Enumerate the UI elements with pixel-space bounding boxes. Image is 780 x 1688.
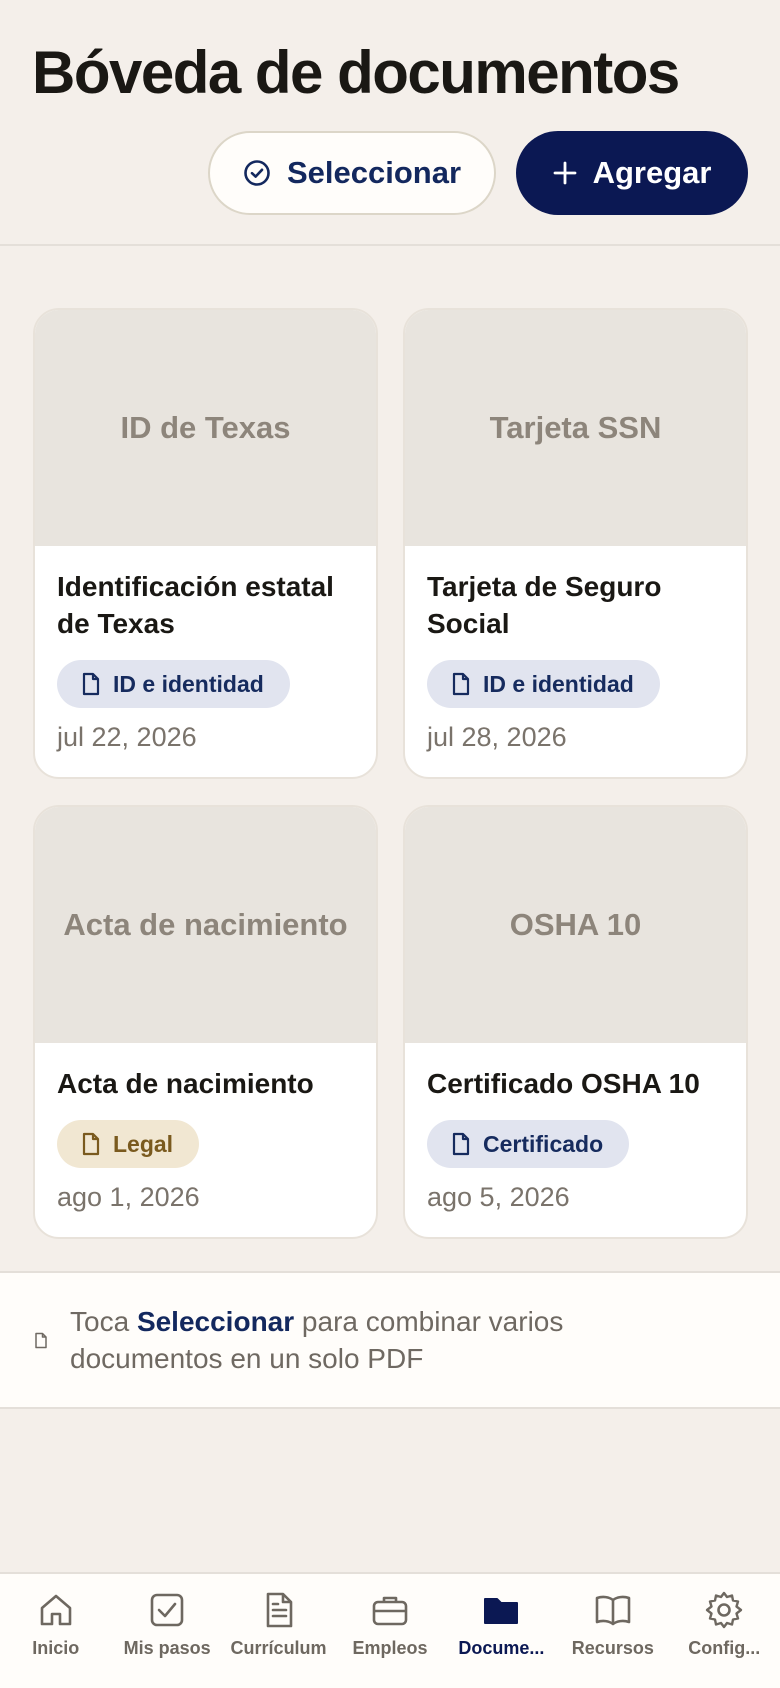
documents-vault-screen: Bóveda de documentos Seleccionar Agregar… — [0, 0, 780, 1688]
bottom-navigation: Inicio Mis pasos Currículum Empleos Docu… — [0, 1572, 780, 1688]
category-chip: ID e identidad — [427, 660, 660, 708]
header-actions: Seleccionar Agregar — [208, 131, 748, 215]
add-button-label: Agregar — [592, 155, 712, 190]
document-title: Tarjeta de Seguro Social — [427, 571, 662, 639]
category-chip-label: ID e identidad — [113, 670, 264, 697]
nav-item-mis-pasos[interactable]: Mis pasos — [111, 1574, 222, 1688]
category-chip-label: Legal — [113, 1130, 174, 1157]
nav-label: Docume... — [458, 1638, 545, 1658]
document-date: ago 1, 2026 — [57, 1182, 200, 1212]
category-chip-label: Certificado — [483, 1130, 604, 1157]
nav-item-inicio[interactable]: Inicio — [0, 1574, 111, 1688]
document-title: Certificado OSHA 10 — [427, 1068, 700, 1099]
select-button-label: Seleccionar — [286, 155, 462, 190]
nav-label: Mis pasos — [123, 1638, 211, 1658]
nav-item-config[interactable]: Config... — [669, 1574, 780, 1688]
briefcase-icon — [372, 1596, 408, 1626]
document-title: Acta de nacimiento — [57, 1068, 314, 1099]
page-title: Bóveda de documentos — [32, 39, 680, 106]
nav-item-empleos[interactable]: Empleos — [334, 1574, 445, 1688]
book-icon — [595, 1595, 631, 1626]
nav-label: Recursos — [571, 1638, 654, 1658]
check-circle-icon — [244, 160, 270, 186]
file-icon — [452, 672, 470, 696]
document-thumbnail: Tarjeta SSN — [405, 310, 746, 546]
file-icon — [452, 1132, 470, 1156]
document-date: ago 5, 2026 — [427, 1182, 570, 1212]
nav-label: Empleos — [352, 1638, 428, 1658]
document-date: jul 28, 2026 — [427, 722, 567, 752]
document-card[interactable]: Acta de nacimiento Acta de nacimiento Le… — [33, 805, 378, 1239]
documents-grid: ID de Texas Identificación estatal de Te… — [33, 308, 748, 1239]
category-chip: ID e identidad — [57, 660, 290, 708]
home-icon — [40, 1594, 72, 1626]
hint-text-before: Toca — [70, 1306, 137, 1337]
file-icon — [82, 672, 100, 696]
category-chip-label: ID e identidad — [483, 670, 634, 697]
file-icon — [35, 1332, 47, 1348]
nav-item-documentos[interactable]: Docume... — [446, 1574, 557, 1688]
document-date: jul 22, 2026 — [57, 722, 197, 752]
merge-hint-banner: Toca Seleccionar para combinar varios do… — [0, 1271, 780, 1409]
category-chip: Certificado — [427, 1120, 630, 1168]
document-thumbnail: ID de Texas — [35, 310, 376, 546]
nav-item-recursos[interactable]: Recursos — [557, 1574, 668, 1688]
nav-label: Inicio — [32, 1638, 80, 1658]
document-title: Identificación estatal de Texas — [57, 571, 334, 639]
file-icon — [82, 1132, 100, 1156]
hint-text-strong: Seleccionar — [136, 1306, 295, 1337]
checkbox-icon — [150, 1593, 184, 1627]
select-button[interactable]: Seleccionar — [208, 131, 496, 215]
document-card-body: Acta de nacimiento Legal ago 1, 2026 — [35, 1043, 376, 1237]
hint-text: Toca Seleccionar para combinar varios do… — [70, 1303, 690, 1377]
add-button[interactable]: Agregar — [516, 131, 748, 215]
document-card[interactable]: OSHA 10 Certificado OSHA 10 Certificado … — [403, 805, 748, 1239]
document-icon — [266, 1592, 292, 1628]
plus-icon — [553, 161, 576, 185]
nav-label: Config... — [688, 1638, 761, 1658]
document-card[interactable]: ID de Texas Identificación estatal de Te… — [33, 308, 378, 779]
folder-icon — [484, 1598, 519, 1624]
category-chip: Legal — [57, 1120, 200, 1168]
document-card-body: Identificación estatal de Texas ID e ide… — [35, 546, 376, 777]
gear-icon — [706, 1591, 743, 1629]
document-thumbnail: OSHA 10 — [405, 807, 746, 1043]
nav-item-curriculum[interactable]: Currículum — [223, 1574, 334, 1688]
nav-label: Currículum — [230, 1638, 327, 1658]
document-thumbnail: Acta de nacimiento — [35, 807, 376, 1043]
document-card-body: Tarjeta de Seguro Social ID e identidad … — [405, 546, 746, 777]
document-card-body: Certificado OSHA 10 Certificado ago 5, 2… — [405, 1043, 746, 1237]
document-card[interactable]: Tarjeta SSN Tarjeta de Seguro Social ID … — [403, 308, 748, 779]
